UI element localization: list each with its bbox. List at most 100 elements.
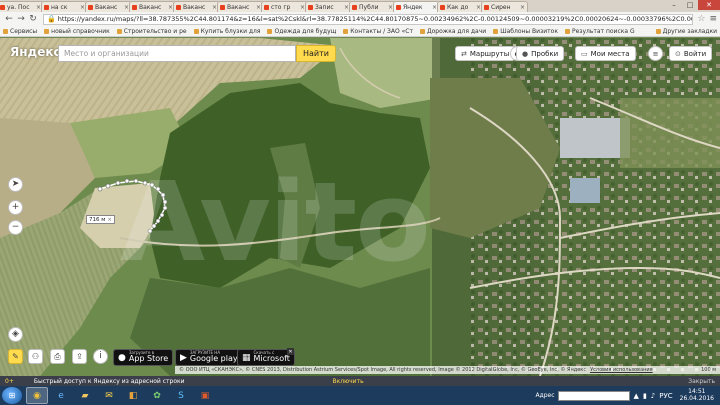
- address-toolbar-input[interactable]: [557, 390, 630, 401]
- share-icon[interactable]: ⇪: [72, 349, 87, 364]
- google-play-badge[interactable]: ▶ ЗАГРУЗИТЕ НА Google play: [175, 349, 243, 366]
- app-store-badge[interactable]: ● Загрузите в App Store: [113, 349, 174, 366]
- hide-link[interactable]: Закрыть: [688, 378, 715, 385]
- browser-tab[interactable]: на ск ×: [41, 1, 88, 12]
- bookmark-item[interactable]: Дорожка для дачи: [419, 27, 487, 35]
- tab-favicon-icon: [308, 4, 313, 10]
- enable-link[interactable]: Включить: [333, 378, 364, 385]
- measure-point[interactable]: [133, 178, 139, 184]
- bookmark-label: Купить блузки для: [200, 27, 261, 35]
- distance-label[interactable]: 716 м ×: [86, 215, 116, 224]
- browser-tab[interactable]: уа. Пос ×: [0, 1, 44, 12]
- tab-favicon-icon: [88, 4, 93, 10]
- map-copyright: © ООО ИТЦ «СКАНЭКС», © CNES 2013, Distri…: [175, 366, 720, 374]
- measure-point[interactable]: [160, 192, 166, 198]
- measure-point[interactable]: [155, 186, 161, 192]
- bookmark-label: Дорожка для дачи: [426, 27, 487, 35]
- browser-tab[interactable]: Ваканс ×: [217, 1, 264, 12]
- terms-link[interactable]: Условия использования: [590, 367, 653, 373]
- find-button[interactable]: Найти: [296, 45, 336, 62]
- language-indicator[interactable]: РУС: [659, 392, 672, 400]
- my-places-button[interactable]: ▭ Мои места: [575, 46, 636, 61]
- mail-taskbar-icon[interactable]: ✉: [98, 387, 120, 404]
- measure-point[interactable]: [142, 180, 148, 186]
- address-toolbar-label: Адрес: [535, 392, 555, 399]
- bookmark-item[interactable]: Результат поиска G: [564, 28, 635, 35]
- maximize-icon[interactable]: □: [682, 0, 698, 10]
- browser-tab[interactable]: Яндек ×: [393, 1, 440, 12]
- measure-point[interactable]: [105, 183, 111, 189]
- explorer-taskbar-icon[interactable]: ▰: [74, 387, 96, 404]
- bookmark-item[interactable]: Строительство и ре: [116, 28, 187, 35]
- bookmark-item[interactable]: Шаблоны Визиток: [493, 28, 558, 35]
- info-icon[interactable]: i: [93, 349, 108, 364]
- close-window-icon[interactable]: ✕: [698, 0, 720, 10]
- office-taskbar-icon[interactable]: ▣: [194, 387, 216, 404]
- ie-taskbar-icon[interactable]: e: [50, 387, 72, 404]
- locate-me-icon[interactable]: ➤: [8, 177, 23, 192]
- url-field[interactable]: 🔒 https://yandex.ru/maps/?ll=38.787355%2…: [43, 13, 694, 25]
- bookmark-item[interactable]: Купить блузки для: [193, 27, 261, 35]
- bookmark-item[interactable]: Контакты / ЗАО «Ст: [343, 28, 413, 35]
- print-icon[interactable]: ⎙: [50, 349, 65, 364]
- menu-icon[interactable]: ≡: [648, 46, 663, 61]
- measure-point[interactable]: [124, 178, 130, 184]
- forward-arrow-icon[interactable]: →: [15, 14, 27, 25]
- browser-tab[interactable]: Ваканс ×: [129, 1, 176, 12]
- routes-button[interactable]: ⇄ Маршруты: [455, 46, 516, 61]
- measure-point[interactable]: [155, 218, 161, 224]
- browser-tab[interactable]: Публи ×: [349, 1, 396, 12]
- reload-icon[interactable]: ↻: [27, 14, 39, 25]
- browser-tab[interactable]: Сирен ×: [481, 1, 528, 12]
- network-icon[interactable]: ▮: [643, 392, 647, 400]
- browser-tab[interactable]: Ваканс ×: [85, 1, 132, 12]
- clock[interactable]: 14:51 26.04.2016: [680, 388, 714, 402]
- windows-taskbar: ⊞ ◉ e ▰ ✉ ◧ ✿ S ▣ Адрес ▲ ▮ ♪ РУС 14:51 …: [0, 386, 720, 405]
- browser-tab[interactable]: Ваканс ×: [173, 1, 220, 12]
- measure-point[interactable]: [159, 212, 165, 218]
- panorama-icon[interactable]: ⚇: [28, 349, 43, 364]
- measure-point[interactable]: [162, 205, 168, 211]
- measure-point[interactable]: [147, 228, 153, 234]
- browser-menu-icon[interactable]: ≡: [709, 14, 717, 24]
- ruler-icon[interactable]: ✎: [8, 349, 23, 364]
- measure-point[interactable]: [149, 182, 155, 188]
- yandex-logo[interactable]: Яндекс: [10, 45, 61, 59]
- bookmark-item[interactable]: новый справочник: [44, 28, 110, 35]
- bookmark-item[interactable]: Одежда для будущ: [267, 28, 336, 35]
- zoom-out-button[interactable]: −: [8, 220, 23, 235]
- bookmark-star-icon[interactable]: ☆: [697, 14, 705, 24]
- close-measure-icon[interactable]: ×: [107, 217, 112, 223]
- back-arrow-icon[interactable]: ←: [3, 14, 15, 25]
- close-badges-icon[interactable]: ✕: [287, 348, 294, 355]
- measure-point[interactable]: [115, 180, 121, 186]
- copyright-text: © ООО ИТЦ «СКАНЭКС», © CNES 2013, Distri…: [179, 367, 587, 373]
- measure-point[interactable]: [97, 186, 103, 192]
- measure-point[interactable]: [151, 223, 157, 229]
- skype-taskbar-icon[interactable]: S: [170, 387, 192, 404]
- login-button[interactable]: ⊙ Войти: [669, 46, 713, 61]
- tab-favicon-icon: [176, 4, 181, 10]
- minimize-icon[interactable]: –: [666, 0, 682, 10]
- tab-close-icon[interactable]: ×: [520, 4, 525, 11]
- tab-favicon-icon: [220, 4, 225, 10]
- browser-tab[interactable]: сто гр ×: [261, 1, 308, 12]
- bookmark-favicon-icon: [3, 28, 8, 34]
- other-bookmarks[interactable]: Другие закладки: [655, 28, 717, 35]
- traffic-button[interactable]: ● Пробки: [516, 46, 565, 61]
- chrome-taskbar-icon[interactable]: ◉: [26, 387, 48, 404]
- app-taskbar-icon[interactable]: ✿: [146, 387, 168, 404]
- photo-taskbar-icon[interactable]: ◧: [122, 387, 144, 404]
- arrow-up-icon[interactable]: ▲: [634, 392, 639, 400]
- zoom-in-button[interactable]: +: [8, 200, 23, 215]
- satellite-map[interactable]: Avito 716 м ×: [0, 38, 720, 376]
- search-input[interactable]: Место и организации: [58, 45, 296, 62]
- measure-route[interactable]: [0, 38, 720, 376]
- browser-tab[interactable]: Как до ×: [437, 1, 484, 12]
- browser-tab[interactable]: Запис ×: [305, 1, 352, 12]
- measure-point[interactable]: [162, 199, 168, 205]
- volume-icon[interactable]: ♪: [651, 392, 655, 400]
- layers-icon[interactable]: ◈: [8, 327, 23, 342]
- bookmark-item[interactable]: Сервисы: [3, 28, 37, 35]
- start-button-icon[interactable]: ⊞: [2, 387, 22, 404]
